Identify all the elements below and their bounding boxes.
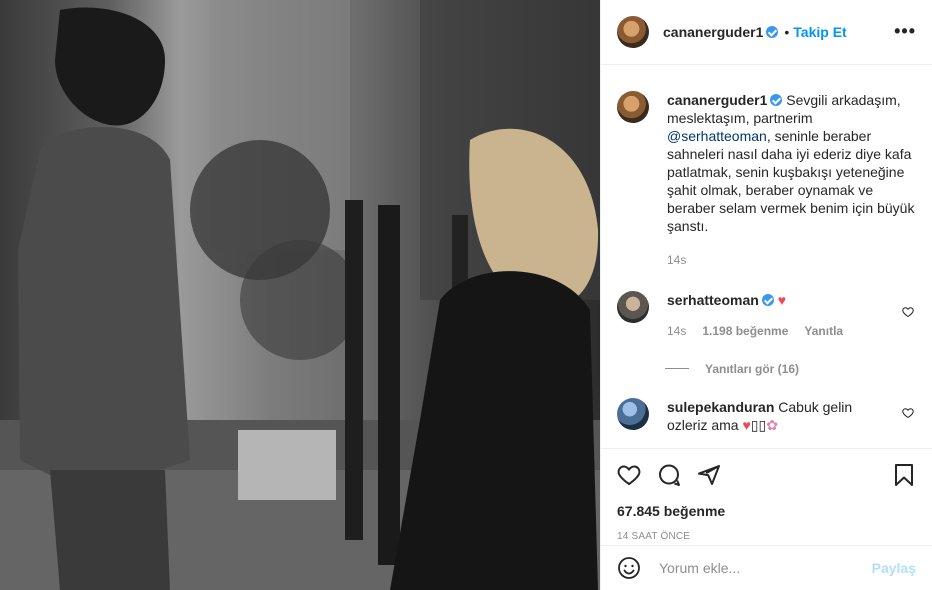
comment-like-heart-icon[interactable] [902, 305, 916, 340]
comment-username[interactable]: serhatteoman [667, 292, 759, 308]
comment-username[interactable]: sulepekanduran [667, 399, 774, 415]
author-avatar[interactable] [617, 15, 649, 48]
comments-list[interactable]: cananerguder1 Sevgili arkadaşım, meslekt… [601, 65, 932, 448]
flower-emoji: ✿ [766, 416, 778, 433]
caption-avatar[interactable] [617, 90, 649, 123]
view-replies-label[interactable]: Yanıtları gör (16) [705, 362, 799, 376]
follow-button[interactable]: Takip Et [793, 24, 846, 40]
post-header: cananerguder1 • Takip Et ••• [601, 0, 932, 65]
caption-time[interactable]: 14s [667, 251, 686, 269]
author-username[interactable]: cananerguder1 [663, 24, 763, 40]
comment-like-heart-icon[interactable] [902, 406, 916, 434]
verified-badge-icon [766, 25, 779, 38]
comment-avatar[interactable] [617, 397, 649, 430]
post-comment-button[interactable]: Paylaş [872, 560, 916, 576]
post-view: cananerguder1 • Takip Et ••• cananergude… [0, 0, 932, 590]
comment-item: serhatteoman ♥ 14s 1.198 beğenme Yanıtla [617, 269, 916, 340]
emoji-icon[interactable] [617, 556, 641, 580]
view-replies[interactable]: Yanıtları gör (16) [665, 362, 916, 376]
caption-username[interactable]: cananerguder1 [667, 92, 767, 108]
comment-likes[interactable]: 1.198 beğenme [702, 322, 788, 340]
heart-emoji: ♥ [742, 416, 751, 433]
more-options-icon[interactable]: ••• [894, 21, 916, 42]
reply-button[interactable]: Yanıtla [804, 322, 843, 340]
photo-scene [0, 0, 600, 590]
action-icons [617, 455, 916, 495]
add-comment-bar: Paylaş [601, 545, 932, 590]
likes-count[interactable]: 67.845 beğenme [617, 503, 916, 519]
comment-meta: 14s 1.198 beğenme Yanıtla [667, 322, 894, 340]
separator-dot: • [784, 23, 790, 40]
caption-body: cananerguder1 Sevgili arkadaşım, meslekt… [667, 91, 916, 269]
comment-time[interactable]: 14s [667, 322, 686, 340]
post-photo[interactable] [0, 0, 600, 590]
comment-body: sulepekanduran Cabuk gelin ozleriz ama ♥… [667, 398, 894, 434]
unsupported-emoji: ▯▯ [750, 416, 767, 433]
replies-line [665, 368, 689, 370]
post-actions: 67.845 beğenme 14 SAAT ÖNCE [601, 448, 932, 545]
comment-body: serhatteoman ♥ 14s 1.198 beğenme Yanıtla [667, 291, 894, 340]
verified-badge-icon [761, 293, 774, 306]
heart-icon[interactable] [617, 463, 641, 487]
caption: cananerguder1 Sevgili arkadaşım, meslekt… [617, 65, 916, 269]
comment-item: sulepekanduran Cabuk gelin ozleriz ama ♥… [617, 376, 916, 434]
bookmark-icon[interactable] [892, 463, 916, 487]
post-timestamp[interactable]: 14 SAAT ÖNCE [617, 531, 916, 542]
comment-input[interactable] [657, 559, 872, 578]
caption-mention[interactable]: @serhatteoman [667, 128, 767, 144]
comment-avatar[interactable] [617, 290, 649, 323]
comment-text: ♥ [777, 291, 787, 308]
share-icon[interactable] [697, 463, 721, 487]
comment-icon[interactable] [657, 463, 681, 487]
caption-meta: 14s [667, 251, 916, 269]
verified-badge-icon [770, 93, 783, 106]
post-side-panel: cananerguder1 • Takip Et ••• cananergude… [600, 0, 932, 590]
